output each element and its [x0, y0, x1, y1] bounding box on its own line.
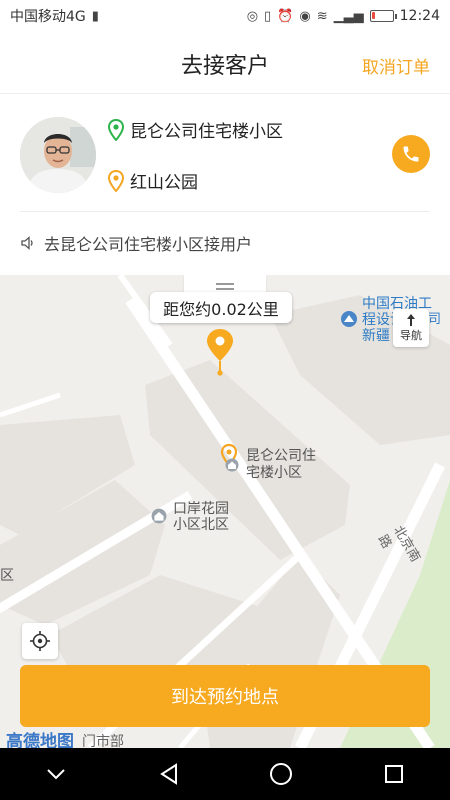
alarm-icon: ⏰: [277, 8, 294, 24]
vibrate-icon: ▯: [264, 8, 272, 24]
arrive-button[interactable]: 到达预约地点: [20, 665, 430, 727]
poi-kouan-icon: [151, 508, 167, 524]
pickup-row: 昆仑公司住宅楼小区: [108, 117, 283, 142]
amap-logo: 高德地图: [6, 732, 74, 748]
nav-back-button[interactable]: [149, 754, 189, 794]
distance-bubble: 距您约0.02公里: [150, 292, 292, 323]
nav-recents-button[interactable]: [374, 754, 414, 794]
poi-pickup-line1[interactable]: 昆仑公司住: [246, 447, 316, 465]
signal-icon: ▁▃▅: [333, 8, 364, 24]
clock-text: 12:24: [399, 8, 440, 24]
status-right: ◎ ▯ ⏰ ◉ ≋ ▁▃▅ 12:24: [247, 8, 440, 24]
cancel-order-button[interactable]: 取消订单: [362, 53, 430, 78]
home-circle-icon: [270, 763, 293, 785]
voice-hint-text: 去昆仑公司住宅楼小区接用户: [44, 235, 253, 254]
navigation-label: 导航: [400, 329, 422, 342]
map-view[interactable]: 距您约0.02公里 中国石油工 程设计 新疆 司 导航 昆仑公司住 宅楼小区 口…: [0, 275, 450, 748]
sim-icon: ▮: [91, 8, 99, 24]
recents-square-icon: [384, 765, 403, 783]
poi-pickup-line2[interactable]: 宅楼小区: [246, 464, 302, 482]
poi-oil-line3[interactable]: 新疆: [362, 327, 390, 345]
status-bar: 中国移动4G ▮ ◎ ▯ ⏰ ◉ ≋ ▁▃▅ 12:24: [0, 0, 450, 32]
status-left: 中国移动4G ▮: [10, 6, 99, 26]
battery-icon: [369, 10, 397, 22]
start-pin-icon: [108, 118, 124, 141]
card-divider: [20, 211, 430, 212]
speaker-icon: [21, 236, 33, 250]
crosshair-icon: [30, 631, 50, 651]
voice-hint-row[interactable]: 去昆仑公司住宅楼小区接用户: [20, 231, 252, 255]
avatar: [20, 117, 96, 193]
edge-district-label: 区: [0, 568, 14, 584]
wifi-icon: ≋: [316, 8, 328, 24]
poi-company-icon: [341, 311, 357, 327]
eye-icon: ◉: [299, 8, 311, 24]
end-pin-icon: [108, 169, 124, 192]
drag-handle-icon: [216, 283, 234, 290]
navigate-arrow-icon: [407, 314, 415, 326]
destination-address: 红山公园: [130, 173, 198, 193]
nav-collapse-button[interactable]: [36, 754, 76, 794]
phone-icon: [403, 146, 419, 162]
carrier-text: 中国移动4G: [10, 9, 86, 25]
destination-row: 红山公园: [108, 168, 198, 193]
avatar-image: [20, 117, 96, 193]
customer-card: 昆仑公司住宅楼小区 红山公园 去昆仑公司住宅楼小区接用户: [0, 95, 450, 275]
header: 去接客户 取消订单: [0, 32, 450, 94]
navigation-button[interactable]: 导航: [393, 309, 429, 347]
locate-me-button[interactable]: [22, 623, 58, 659]
call-button[interactable]: [392, 135, 430, 173]
nav-home-button[interactable]: [261, 754, 301, 794]
bottom-street-label: 门市部: [82, 734, 124, 748]
driver-location-pin: [207, 329, 233, 376]
chevron-down-icon: [47, 769, 65, 780]
system-nav-bar: [0, 748, 450, 800]
pickup-address: 昆仑公司住宅楼小区: [130, 122, 283, 142]
poi-residence-icon: [225, 458, 239, 472]
poi-oil-tail: 司: [428, 312, 442, 327]
back-triangle-icon: [159, 763, 177, 785]
location-icon: ◎: [246, 8, 259, 24]
poi-kouan-line2[interactable]: 小区北区: [173, 516, 229, 534]
